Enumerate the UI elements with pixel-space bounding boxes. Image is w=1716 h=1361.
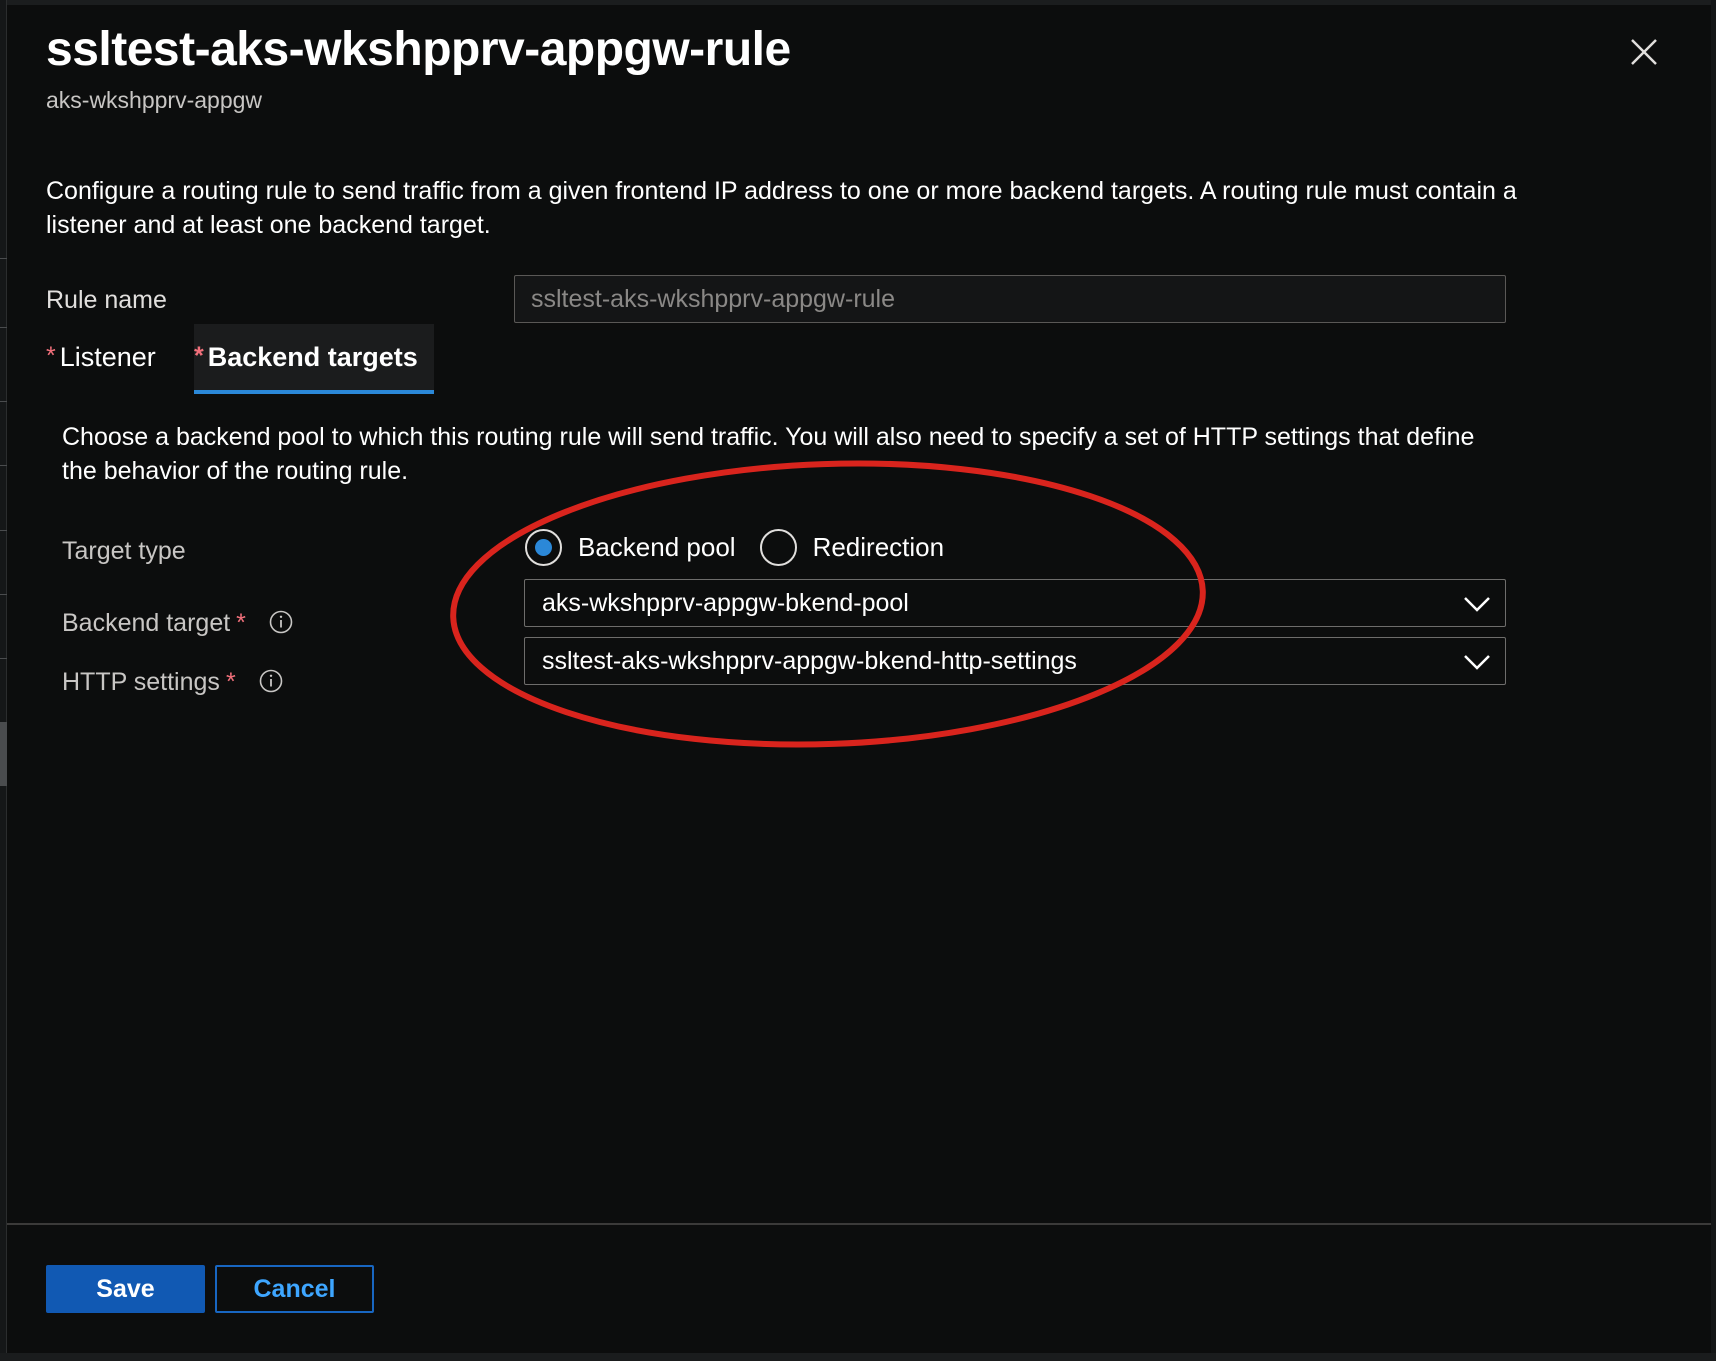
- edge-scroll-thumb: [0, 722, 7, 786]
- backend-target-label: Backend target *: [62, 609, 293, 638]
- radio-redirection[interactable]: Redirection: [759, 528, 945, 566]
- radio-selected-circle: [525, 528, 562, 566]
- radio-backend-pool[interactable]: Backend pool: [525, 528, 736, 566]
- http-settings-label-text: HTTP settings: [62, 668, 220, 696]
- edge-tick: [0, 530, 7, 531]
- edge-tick: [0, 258, 7, 259]
- cancel-button[interactable]: Cancel: [215, 1265, 374, 1313]
- target-type-label-text: Target type: [62, 537, 186, 565]
- backend-tab-description: Choose a backend pool to which this rout…: [62, 423, 1475, 485]
- edge-tick: [0, 327, 7, 328]
- routing-rule-panel: ssltest-aks-wkshpprv-appgw-rule aks-wksh…: [0, 0, 1716, 1361]
- radio-selected-dot: [535, 538, 552, 556]
- left-edge-strip: [0, 0, 7, 1361]
- edge-tick: [0, 465, 7, 466]
- http-settings-value: ssltest-aks-wkshpprv-appgw-bkend-http-se…: [542, 647, 1077, 675]
- chevron-down-icon: [1464, 597, 1490, 612]
- backend-target-dropdown[interactable]: aks-wkshpprv-appgw-bkend-pool: [524, 579, 1506, 627]
- edge-tick: [0, 401, 7, 402]
- info-icon[interactable]: [269, 610, 293, 634]
- tab-listener[interactable]: * Listener: [46, 324, 172, 394]
- radio-unselected-circle: [759, 528, 797, 566]
- http-settings-label: HTTP settings *: [62, 668, 283, 697]
- required-marker: *: [46, 342, 56, 370]
- panel-title: ssltest-aks-wkshpprv-appgw-rule: [46, 23, 791, 76]
- backend-target-label-text: Backend target: [62, 609, 231, 637]
- required-marker: *: [236, 609, 246, 637]
- rule-name-input[interactable]: [514, 275, 1506, 323]
- info-icon[interactable]: [259, 669, 283, 693]
- http-settings-dropdown[interactable]: ssltest-aks-wkshpprv-appgw-bkend-http-se…: [524, 637, 1506, 685]
- save-button[interactable]: Save: [46, 1265, 205, 1313]
- target-type-radio-group: Backend pool Redirection: [525, 527, 968, 567]
- panel-subtitle: aks-wkshpprv-appgw: [46, 87, 263, 113]
- close-button[interactable]: [1628, 36, 1660, 68]
- tab-backend-targets-label: Backend targets: [207, 342, 418, 372]
- backend-target-value: aks-wkshpprv-appgw-bkend-pool: [542, 589, 909, 617]
- required-marker: *: [225, 668, 236, 696]
- tab-listener-label: Listener: [59, 342, 156, 372]
- tab-backend-targets[interactable]: * Backend targets: [194, 324, 434, 394]
- edge-tick: [0, 658, 7, 659]
- right-frame: [1711, 0, 1716, 1361]
- panel-description: Configure a routing rule to send traffic…: [46, 177, 1517, 239]
- target-type-label: Target type: [62, 537, 186, 566]
- rule-name-label: Rule name: [46, 286, 167, 314]
- top-frame: [0, 0, 1716, 5]
- edge-tick: [0, 594, 7, 595]
- bottom-frame: [0, 1353, 1716, 1361]
- required-marker: *: [194, 342, 204, 370]
- footer-divider: [7, 1223, 1711, 1225]
- radio-backend-pool-label: Backend pool: [578, 531, 736, 562]
- close-icon: [1631, 39, 1657, 65]
- radio-redirection-label: Redirection: [812, 531, 945, 562]
- chevron-down-icon: [1464, 655, 1490, 670]
